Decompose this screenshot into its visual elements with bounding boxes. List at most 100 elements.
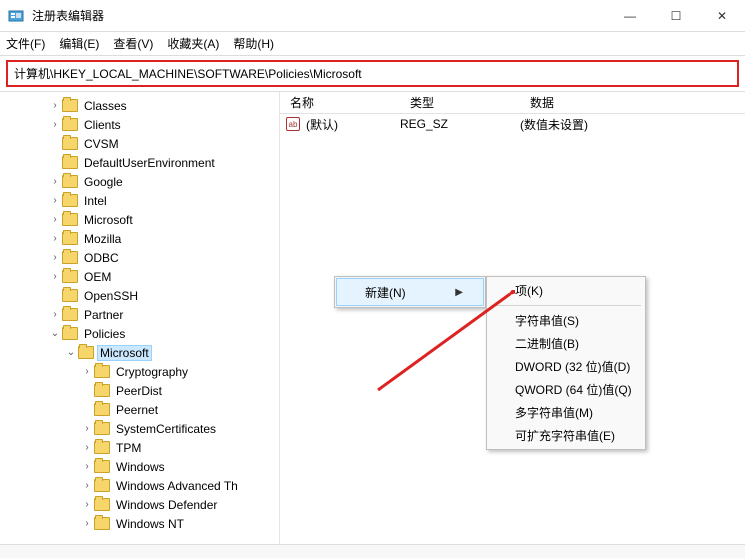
tree-item[interactable]: ›Classes xyxy=(0,96,279,115)
tree-item-label: Google xyxy=(82,175,125,189)
submenu-item[interactable]: 项(K) xyxy=(489,279,643,302)
expand-icon[interactable]: ⌄ xyxy=(48,328,62,339)
folder-icon xyxy=(78,346,94,359)
expand-icon[interactable]: › xyxy=(48,100,62,111)
expand-icon[interactable]: › xyxy=(80,423,94,434)
tree-item[interactable]: ›Clients xyxy=(0,115,279,134)
expand-icon[interactable]: › xyxy=(48,233,62,244)
list-headers: 名称 类型 数据 xyxy=(280,92,745,114)
menu-编辑(E)[interactable]: 编辑(E) xyxy=(59,35,99,52)
folder-icon xyxy=(94,479,110,492)
expand-icon[interactable]: › xyxy=(80,480,94,491)
tree-item-label: SystemCertificates xyxy=(114,422,218,436)
tree-item[interactable]: › OEM xyxy=(0,267,279,286)
expand-icon[interactable]: › xyxy=(48,195,62,206)
folder-icon xyxy=(94,365,110,378)
tree-item[interactable]: DefaultUserEnvironment xyxy=(0,153,279,172)
folder-icon xyxy=(94,441,110,454)
tree-item[interactable]: › SystemCertificates xyxy=(0,419,279,438)
tree-item-label: Windows NT xyxy=(114,517,186,531)
list-row[interactable]: ab(默认)REG_SZ(数值未设置) xyxy=(280,114,745,134)
folder-icon xyxy=(62,270,78,283)
tree-item[interactable]: PeerDist xyxy=(0,381,279,400)
tree-item[interactable]: ›Microsoft xyxy=(0,210,279,229)
submenu-item[interactable]: 字符串值(S) xyxy=(489,309,643,332)
folder-icon xyxy=(62,156,78,169)
tree-item-label: CVSM xyxy=(82,137,121,151)
tree-item[interactable]: › TPM xyxy=(0,438,279,457)
folder-icon xyxy=(94,498,110,511)
tree-item[interactable]: ⌄ Microsoft xyxy=(0,343,279,362)
tree-item[interactable]: OpenSSH xyxy=(0,286,279,305)
tree-item-label: Cryptography xyxy=(114,365,190,379)
expand-icon[interactable]: › xyxy=(80,499,94,510)
menu-帮助(H)[interactable]: 帮助(H) xyxy=(233,35,274,52)
tree-item[interactable]: Peernet xyxy=(0,400,279,419)
titlebar: 注册表编辑器 — ☐ ✕ xyxy=(0,0,745,32)
tree-item[interactable]: › Intel xyxy=(0,191,279,210)
value-type: REG_SZ xyxy=(400,117,520,131)
expand-icon[interactable]: › xyxy=(48,309,62,320)
close-button[interactable]: ✕ xyxy=(699,0,745,31)
tree-item[interactable]: › Cryptography xyxy=(0,362,279,381)
tree-item[interactable]: CVSM xyxy=(0,134,279,153)
folder-icon xyxy=(94,384,110,397)
expand-icon[interactable]: › xyxy=(48,214,62,225)
tree-item[interactable]: ⌄ Policies xyxy=(0,324,279,343)
menu-item-label: 新建(N) xyxy=(365,284,406,301)
header-type[interactable]: 类型 xyxy=(400,94,520,111)
context-menu-new: 新建(N) ▶ xyxy=(334,276,486,308)
tree-item-label: OEM xyxy=(82,270,113,284)
tree-item-label: Windows Advanced Th xyxy=(114,479,240,493)
expand-icon[interactable]: › xyxy=(80,461,94,472)
tree-item[interactable]: ›Partner xyxy=(0,305,279,324)
submenu-item[interactable]: 可扩充字符串值(E) xyxy=(489,424,643,447)
menu-文件(F)[interactable]: 文件(F) xyxy=(6,35,45,52)
submenu-item[interactable]: 二进制值(B) xyxy=(489,332,643,355)
submenu-item[interactable]: 多字符串值(M) xyxy=(489,401,643,424)
expand-icon[interactable]: ⌄ xyxy=(64,347,78,358)
expand-icon[interactable]: › xyxy=(80,442,94,453)
expand-icon[interactable]: › xyxy=(80,518,94,529)
address-bar[interactable]: 计算机\HKEY_LOCAL_MACHINE\SOFTWARE\Policies… xyxy=(6,60,739,87)
tree-item[interactable]: ›ODBC xyxy=(0,248,279,267)
submenu-item[interactable]: QWORD (64 位)值(Q) xyxy=(489,378,643,401)
folder-icon xyxy=(94,403,110,416)
tree-item[interactable]: › Google xyxy=(0,172,279,191)
tree-item[interactable]: › Windows Defender xyxy=(0,495,279,514)
menu-收藏夹(A)[interactable]: 收藏夹(A) xyxy=(167,35,219,52)
header-data[interactable]: 数据 xyxy=(520,94,745,111)
tree-item-label: Microsoft xyxy=(98,346,151,360)
folder-icon xyxy=(62,308,78,321)
folder-icon xyxy=(62,232,78,245)
context-submenu-new: 项(K) 字符串值(S)二进制值(B)DWORD (32 位)值(D)QWORD … xyxy=(486,276,646,450)
expand-icon[interactable]: › xyxy=(80,366,94,377)
statusbar xyxy=(0,544,745,558)
tree-item-label: OpenSSH xyxy=(82,289,140,303)
folder-icon xyxy=(62,137,78,150)
expand-icon[interactable]: › xyxy=(48,119,62,130)
tree-item[interactable]: ›Mozilla xyxy=(0,229,279,248)
string-value-icon: ab xyxy=(286,117,300,131)
tree-item[interactable]: ›Windows xyxy=(0,457,279,476)
menu-item-new[interactable]: 新建(N) ▶ xyxy=(337,279,483,305)
expand-icon[interactable]: › xyxy=(48,252,62,263)
folder-icon xyxy=(62,213,78,226)
expand-icon[interactable]: › xyxy=(48,271,62,282)
tree-item-label: Peernet xyxy=(114,403,160,417)
menu-查看(V)[interactable]: 查看(V) xyxy=(113,35,153,52)
minimize-button[interactable]: — xyxy=(607,0,653,31)
expand-icon[interactable]: › xyxy=(48,176,62,187)
submenu-item[interactable]: DWORD (32 位)值(D) xyxy=(489,355,643,378)
registry-tree[interactable]: ›Classes›Clients CVSM DefaultUserEnvironme… xyxy=(0,92,280,549)
header-name[interactable]: 名称 xyxy=(280,94,400,111)
tree-item[interactable]: › Windows NT xyxy=(0,514,279,533)
tree-item-label: Intel xyxy=(82,194,109,208)
regedit-icon xyxy=(8,8,24,24)
maximize-button[interactable]: ☐ xyxy=(653,0,699,31)
tree-item-label: Policies xyxy=(82,327,127,341)
tree-item-label: PeerDist xyxy=(114,384,164,398)
tree-item[interactable]: › Windows Advanced Th xyxy=(0,476,279,495)
tree-item-label: Windows Defender xyxy=(114,498,219,512)
tree-item-label: TPM xyxy=(114,441,143,455)
